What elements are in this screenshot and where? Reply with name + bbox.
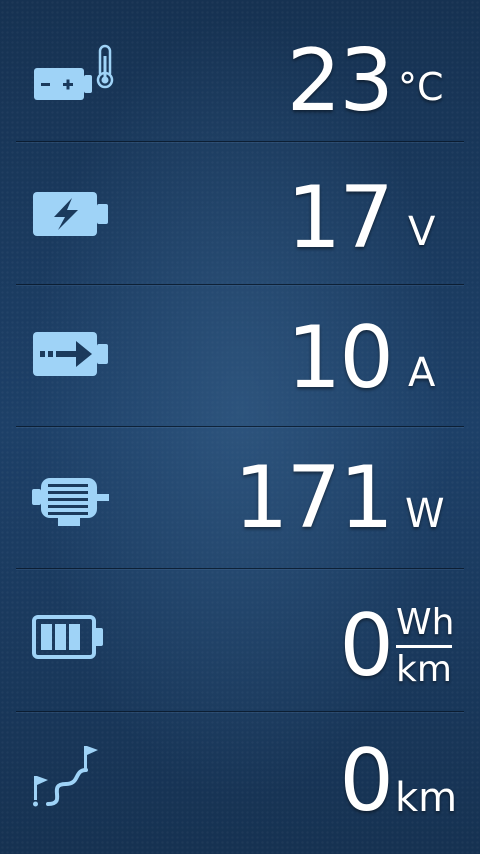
metric-row-power: 171 W — [0, 427, 480, 569]
metric-row-temperature: 23 °C — [0, 0, 480, 142]
power-unit: W — [405, 491, 445, 537]
motor-power-icon — [28, 465, 118, 535]
current-unit: A — [408, 350, 436, 396]
fraction-bar — [396, 645, 452, 648]
metric-row-current: 10 A — [0, 285, 480, 427]
temperature-value: 23 — [286, 31, 394, 131]
temperature-unit: °C — [398, 65, 444, 109]
metric-row-consumption: 0 Wh km — [0, 569, 480, 711]
distance-unit: km — [395, 775, 458, 821]
consumption-value: 0 — [339, 596, 394, 696]
battery-current-icon — [28, 320, 118, 390]
consumption-unit: Wh km — [396, 602, 455, 690]
consumption-unit-numerator: Wh — [396, 602, 455, 643]
voltage-unit: V — [408, 209, 436, 255]
distance-value: 0 — [339, 731, 394, 831]
metric-row-voltage: 17 V — [0, 142, 480, 284]
voltage-value: 17 — [286, 168, 394, 268]
battery-temperature-icon — [28, 42, 118, 112]
battery-voltage-icon — [28, 180, 118, 250]
power-value: 171 — [233, 448, 394, 548]
consumption-unit-denominator: km — [396, 649, 452, 690]
battery-consumption-icon — [28, 603, 118, 673]
route-distance-icon — [28, 742, 118, 812]
metric-row-distance: 0 km — [0, 712, 480, 854]
current-value: 10 — [286, 308, 394, 408]
